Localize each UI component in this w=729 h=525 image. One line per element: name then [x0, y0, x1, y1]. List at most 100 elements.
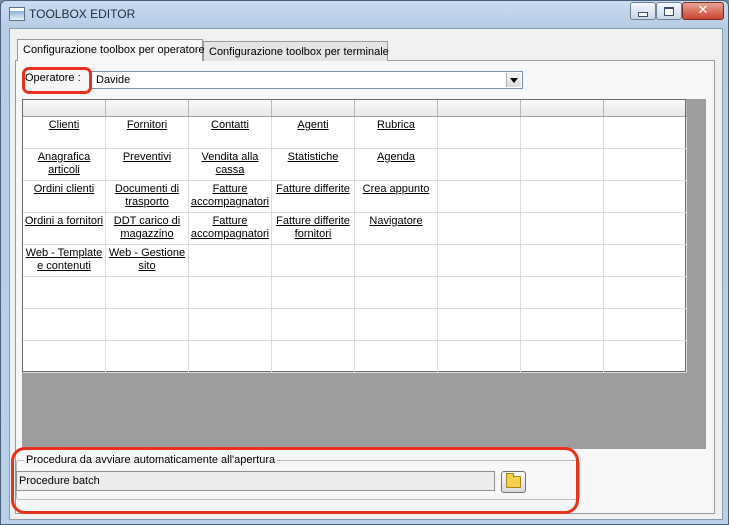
toolbox-cell-empty[interactable]: [189, 341, 272, 373]
toolbox-cell-empty[interactable]: [521, 213, 604, 245]
toolbox-cell-empty[interactable]: [604, 181, 687, 213]
toolbox-cell-empty[interactable]: [355, 277, 438, 309]
tab-operatore[interactable]: Configurazione toolbox per operatore: [17, 39, 205, 61]
toolbox-cell[interactable]: Fatture differite fornitori: [272, 213, 355, 245]
toolbox-cell[interactable]: Statistiche: [272, 149, 355, 181]
startup-procedure-field[interactable]: Procedure batch: [16, 471, 495, 491]
toolbox-link[interactable]: Statistiche: [288, 151, 339, 163]
toolbox-cell-empty[interactable]: [521, 277, 604, 309]
tab-terminale[interactable]: Configurazione toolbox per terminale: [203, 41, 389, 61]
toolbox-cell[interactable]: Agenti: [272, 117, 355, 149]
toolbox-cell-empty[interactable]: [438, 117, 521, 149]
toolbox-link[interactable]: Fornitori: [127, 119, 167, 131]
toolbox-cell-empty[interactable]: [438, 213, 521, 245]
toolbox-cell[interactable]: Navigatore: [355, 213, 438, 245]
operator-select[interactable]: Davide: [91, 71, 523, 89]
toolbox-cell[interactable]: Rubrica: [355, 117, 438, 149]
toolbox-link[interactable]: Ordini clienti: [34, 183, 95, 195]
toolbox-link[interactable]: Web - Template e contenuti: [26, 247, 103, 272]
toolbox-link[interactable]: Contatti: [211, 119, 249, 131]
toolbox-cell-empty[interactable]: [438, 181, 521, 213]
toolbox-cell-empty[interactable]: [604, 213, 687, 245]
minimize-button[interactable]: [630, 2, 656, 20]
toolbox-cell-empty[interactable]: [604, 309, 687, 341]
toolbox-cell-empty[interactable]: [106, 277, 189, 309]
group-title: Procedura da avviare automaticamente all…: [24, 454, 278, 466]
toolbox-cell-empty[interactable]: [189, 245, 272, 277]
toolbox-link[interactable]: Clienti: [49, 119, 80, 131]
toolbox-link[interactable]: Rubrica: [377, 119, 415, 131]
toolbox-cell-empty[interactable]: [23, 341, 106, 373]
toolbox-link[interactable]: Fatture differite fornitori: [276, 215, 350, 240]
toolbox-cell[interactable]: DDT carico di magazzino: [106, 213, 189, 245]
toolbox-cell[interactable]: Documenti di trasporto: [106, 181, 189, 213]
toolbox-cell[interactable]: Vendita alla cassa: [189, 149, 272, 181]
toolbox-cell[interactable]: Contatti: [189, 117, 272, 149]
toolbox-cell-empty[interactable]: [355, 341, 438, 373]
toolbox-cell[interactable]: Web - Template e contenuti: [23, 245, 106, 277]
toolbox-link[interactable]: Agenti: [297, 119, 328, 131]
toolbox-cell-empty[interactable]: [521, 245, 604, 277]
toolbox-cell[interactable]: Ordini clienti: [23, 181, 106, 213]
toolbox-cell-empty[interactable]: [272, 277, 355, 309]
app-icon: [9, 7, 25, 21]
toolbox-cell-empty[interactable]: [604, 341, 687, 373]
toolbox-cell-empty[interactable]: [521, 181, 604, 213]
toolbox-link[interactable]: DDT carico di magazzino: [114, 215, 180, 240]
toolbox-cell-empty[interactable]: [106, 309, 189, 341]
toolbox-cell[interactable]: Fornitori: [106, 117, 189, 149]
toolbox-cell-empty[interactable]: [106, 341, 189, 373]
toolbox-cell-empty[interactable]: [604, 245, 687, 277]
toolbox-cell[interactable]: Ordini a fornitori: [23, 213, 106, 245]
toolbox-cell-empty[interactable]: [521, 117, 604, 149]
toolbox-cell[interactable]: Fatture differite: [272, 181, 355, 213]
toolbox-cell-empty[interactable]: [604, 277, 687, 309]
toolbox-cell-empty[interactable]: [272, 341, 355, 373]
toolbox-link[interactable]: Preventivi: [123, 151, 171, 163]
toolbox-cell-empty[interactable]: [521, 309, 604, 341]
toolbox-link[interactable]: Fatture accompagnatori: [191, 215, 269, 240]
toolbox-link[interactable]: Web - Gestione sito: [109, 247, 185, 272]
toolbox-link[interactable]: Crea appunto: [363, 183, 430, 195]
startup-procedure-value: Procedure batch: [19, 475, 100, 487]
toolbox-cell-empty[interactable]: [604, 117, 687, 149]
toolbox-cell-empty[interactable]: [438, 341, 521, 373]
toolbox-cell-empty[interactable]: [189, 277, 272, 309]
toolbox-cell-empty[interactable]: [189, 309, 272, 341]
toolbox-cell-empty[interactable]: [23, 277, 106, 309]
toolbox-cell-empty[interactable]: [438, 149, 521, 181]
toolbox-cell-empty[interactable]: [438, 277, 521, 309]
toolbox-cell-empty[interactable]: [521, 149, 604, 181]
toolbox-link[interactable]: Anagrafica articoli: [38, 151, 91, 176]
toolbox-cell[interactable]: Clienti: [23, 117, 106, 149]
toolbox-cell[interactable]: Anagrafica articoli: [23, 149, 106, 181]
toolbox-cell-empty[interactable]: [604, 149, 687, 181]
toolbox-link[interactable]: Agenda: [377, 151, 415, 163]
toolbox-cell[interactable]: Web - Gestione sito: [106, 245, 189, 277]
toolbox-cell-empty[interactable]: [23, 309, 106, 341]
browse-button[interactable]: [501, 471, 526, 493]
toolbox-cell-empty[interactable]: [521, 341, 604, 373]
toolbox-cell[interactable]: Fatture accompagnatori: [189, 213, 272, 245]
toolbox-link[interactable]: Fatture differite: [276, 183, 350, 195]
toolbox-cell-empty[interactable]: [355, 309, 438, 341]
toolbox-link[interactable]: Ordini a fornitori: [25, 215, 103, 227]
title-bar[interactable]: TOOLBOX EDITOR ✕: [1, 1, 728, 27]
toolbox-cell-empty[interactable]: [355, 245, 438, 277]
toolbox-cell-empty[interactable]: [272, 245, 355, 277]
toolbox-cell[interactable]: Fatture accompagnatori: [189, 181, 272, 213]
grid-header: [23, 100, 687, 117]
maximize-button[interactable]: [656, 2, 682, 20]
close-button[interactable]: ✕: [682, 2, 724, 20]
toolbox-link[interactable]: Fatture accompagnatori: [191, 183, 269, 208]
toolbox-cell[interactable]: Preventivi: [106, 149, 189, 181]
toolbox-link[interactable]: Navigatore: [369, 215, 422, 227]
toolbox-cell-empty[interactable]: [438, 245, 521, 277]
toolbox-cell[interactable]: Agenda: [355, 149, 438, 181]
toolbox-link[interactable]: Vendita alla cassa: [202, 151, 259, 176]
toolbox-link[interactable]: Documenti di trasporto: [115, 183, 179, 208]
toolbox-cell-empty[interactable]: [438, 309, 521, 341]
dropdown-button[interactable]: [506, 73, 521, 87]
toolbox-cell[interactable]: Crea appunto: [355, 181, 438, 213]
toolbox-cell-empty[interactable]: [272, 309, 355, 341]
